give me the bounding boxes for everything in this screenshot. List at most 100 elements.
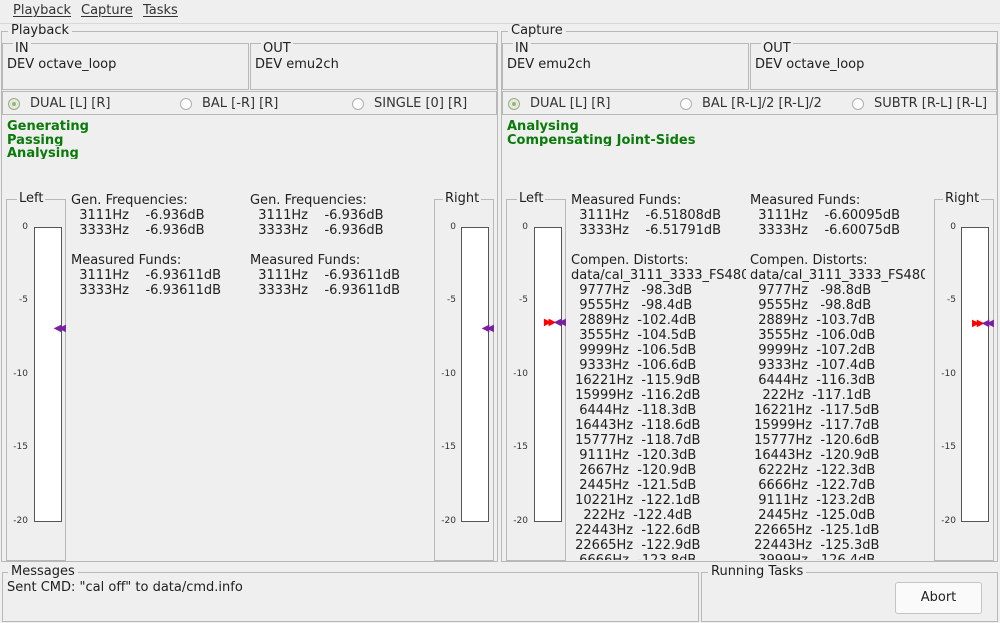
capture-right-comp-title: Compen. Distorts: — [750, 253, 868, 268]
capture-mode-dual-label: DUAL [L] [R] — [530, 96, 611, 111]
capture-right-meas-row: 3333Hz -6.60075dB — [750, 223, 901, 238]
playback-mode-dual[interactable]: DUAL [L] [R] — [8, 96, 111, 111]
playback-mode-single[interactable]: SINGLE [0] [R] — [352, 96, 467, 111]
meter-tick-label: -5 — [447, 295, 456, 306]
capture-left-meter: Left 0 -5 -10 -15 -20 ▶▶ ◀◀ — [506, 192, 566, 561]
menu-playback[interactable]: Playback — [13, 3, 71, 18]
meter-tick-label: -20 — [13, 515, 28, 526]
capture-title: Capture — [508, 24, 566, 38]
playback-left-meas-row: 3111Hz -6.93611dB — [71, 268, 222, 283]
radio-icon — [852, 97, 864, 110]
playback-mode-dual-label: DUAL [L] [R] — [30, 96, 111, 111]
capture-left-meter-title: Left — [517, 191, 546, 206]
meter-tick-label: -15 — [13, 442, 28, 453]
meter-tick-label: -10 — [13, 368, 28, 379]
meter-tick-label: 0 — [22, 222, 28, 232]
playback-right-gen-title: Gen. Frequencies: — [250, 193, 367, 208]
playback-in-device: DEV octave_loop — [7, 57, 117, 72]
capture-mode-subtr[interactable]: SUBTR [R-L] [R-L] — [852, 96, 987, 111]
capture-right-meter: Right 0 -5 -10 -15 -20 ▶▶ ◀◀ — [934, 192, 994, 561]
capture-in-label: IN — [513, 41, 531, 56]
capture-right-comp-file: data/cal_3111_3333_FS48000 — [750, 268, 925, 283]
capture-left-comp-file: data/cal_3111_3333_FS48000 — [571, 268, 746, 283]
capture-left-distortion-row: 16443Hz -118.6dB — [571, 418, 701, 433]
capture-out-label: OUT — [761, 41, 793, 56]
capture-right-distortion-row: 3999Hz -126.4dB — [750, 553, 925, 560]
meter-tick-label: -5 — [947, 295, 956, 306]
menu-tasks[interactable]: Tasks — [143, 3, 178, 18]
capture-left-distortion-row: 9555Hz -98.4dB — [571, 298, 693, 313]
capture-right-distortion-row: 16221Hz -117.5dB — [750, 403, 880, 418]
meter-tick-label: 0 — [522, 222, 528, 232]
radio-icon — [680, 97, 692, 110]
playback-status-passing: Passing — [7, 134, 64, 146]
playback-left-gen-title: Gen. Frequencies: — [71, 193, 188, 208]
meter-tick-label: -5 — [19, 295, 28, 306]
capture-left-distortion-row: 222Hz -122.4dB — [571, 508, 693, 523]
meter-tick-label: -20 — [513, 515, 528, 526]
meter-tick-label: -10 — [513, 368, 528, 379]
meter-tick-label: -10 — [941, 368, 956, 379]
capture-left-distortion-row: 3555Hz -104.5dB — [571, 328, 697, 343]
playback-left-level-bar — [34, 227, 62, 522]
playback-left-meas-title: Measured Funds: — [71, 253, 182, 268]
capture-left-level-marker: ▶▶ ◀◀ — [543, 316, 566, 328]
capture-left-distortion-row: 9999Hz -106.5dB — [571, 343, 697, 358]
menu-capture[interactable]: Capture — [81, 3, 133, 18]
playback-mode-bal-label: BAL [-R] [R] — [202, 96, 279, 111]
capture-right-meas-row: 3111Hz -6.60095dB — [750, 208, 901, 223]
meter-tick-label: -5 — [519, 295, 528, 306]
playback-mode-single-label: SINGLE [0] [R] — [374, 96, 468, 111]
capture-right-distortion-row: 6444Hz -116.3dB — [750, 373, 876, 388]
capture-right-distortion-row: 222Hz -117.1dB — [750, 388, 872, 403]
meter-tick-label: -15 — [441, 442, 456, 453]
capture-right-distortion-row: 2889Hz -103.7dB — [750, 313, 876, 328]
meter-tick-label: -15 — [941, 442, 956, 453]
capture-right-distortion-row: 9555Hz -98.8dB — [750, 298, 872, 313]
capture-left-distortion-row: 10221Hz -122.1dB — [571, 493, 701, 508]
capture-right-distortion-row: 22443Hz -125.3dB — [750, 538, 880, 553]
meter-tick-label: 0 — [950, 222, 956, 232]
playback-mode-bal[interactable]: BAL [-R] [R] — [180, 96, 278, 111]
capture-right-distortion-row: 15777Hz -120.6dB — [750, 433, 880, 448]
capture-out-box: OUT DEV octave_loop — [750, 41, 997, 90]
meter-tick-label: -15 — [513, 442, 528, 453]
capture-left-distortion-row: 9111Hz -120.3dB — [571, 448, 697, 463]
capture-left-distortion-row: 6666Hz -123.8dB — [571, 553, 746, 560]
capture-left-meas-row: 3111Hz -6.51808dB — [571, 208, 722, 223]
playback-title: Playback — [8, 24, 73, 38]
capture-mode-bal[interactable]: BAL [R-L]/2 [R-L]/2 — [680, 96, 822, 111]
capture-left-distortion-row: 2667Hz -120.9dB — [571, 463, 697, 478]
capture-mode-dual[interactable]: DUAL [L] [R] — [508, 96, 611, 111]
playback-right-level-marker: ◀◀ — [481, 323, 495, 335]
capture-right-distortion-row: 3555Hz -106.0dB — [750, 328, 876, 343]
meter-tick-label: -10 — [441, 368, 456, 379]
capture-right-distortion-list: 9777Hz -98.8dB 9555Hz -98.8dB 2889Hz -10… — [750, 283, 925, 560]
playback-right-info: Gen. Frequencies: 3111Hz -6.936dB 3333Hz… — [250, 193, 430, 313]
capture-status-analysing: Analysing — [507, 120, 579, 133]
capture-in-device: DEV emu2ch — [507, 57, 591, 72]
playback-mode-group: DUAL [L] [R] BAL [-R] [R] SINGLE [0] [R] — [2, 91, 497, 115]
capture-status-compensating: Compensating Joint-Sides — [507, 134, 696, 146]
capture-right-distortion-row: 16443Hz -120.9dB — [750, 448, 880, 463]
playback-right-meas-row: 3333Hz -6.93611dB — [250, 283, 401, 298]
capture-right-distortion-row: 9777Hz -98.8dB — [750, 283, 872, 298]
playback-out-device: DEV emu2ch — [255, 57, 339, 72]
capture-left-info: Measured Funds: 3111Hz -6.51808dB 3333Hz… — [571, 193, 746, 560]
capture-mode-subtr-label: SUBTR [R-L] [R-L] — [874, 96, 988, 111]
capture-mode-bal-label: BAL [R-L]/2 [R-L]/2 — [702, 96, 822, 111]
capture-right-distortion-row: 6666Hz -122.7dB — [750, 478, 876, 493]
capture-left-distortion-row: 22443Hz -122.6dB — [571, 523, 701, 538]
capture-right-meas-title: Measured Funds: — [750, 193, 861, 208]
capture-left-distortion-row: 15999Hz -116.2dB — [571, 388, 701, 403]
capture-right-distortion-row: 9999Hz -107.2dB — [750, 343, 876, 358]
capture-left-distortion-row: 15777Hz -118.7dB — [571, 433, 701, 448]
radio-icon — [352, 97, 364, 110]
playback-left-meas-row: 3333Hz -6.93611dB — [71, 283, 222, 298]
abort-button[interactable]: Abort — [895, 582, 982, 614]
running-tasks-title: Running Tasks — [708, 565, 807, 579]
playback-left-info: Gen. Frequencies: 3111Hz -6.936dB 3333Hz… — [71, 193, 246, 313]
playback-left-meter-title: Left — [17, 191, 46, 206]
capture-left-comp-title: Compen. Distorts: — [571, 253, 689, 268]
meter-tick-label: -20 — [941, 515, 956, 526]
